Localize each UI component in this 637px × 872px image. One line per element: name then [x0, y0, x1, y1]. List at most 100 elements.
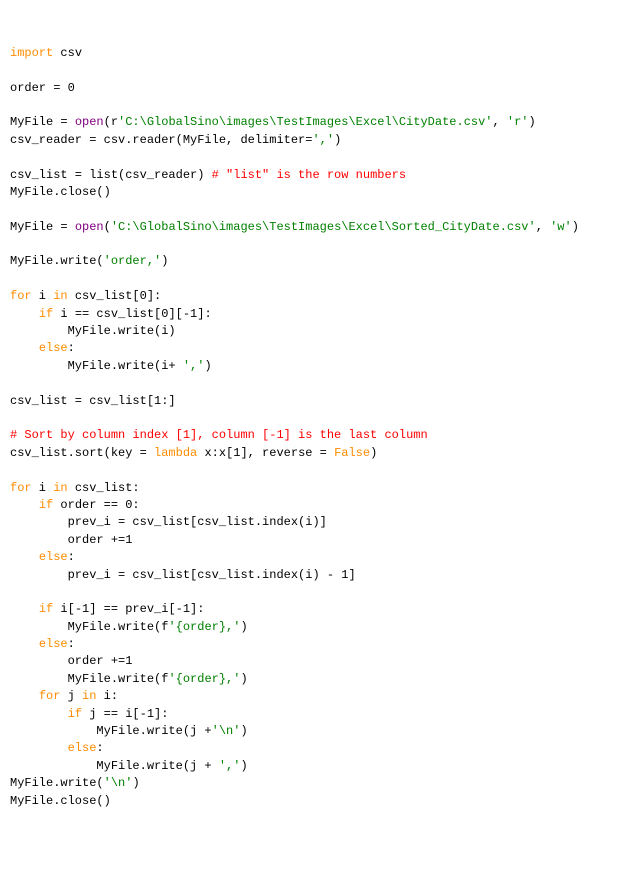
code-token: if [39, 498, 53, 512]
code-token: MyFile.close() [10, 185, 111, 199]
code-token: : [68, 637, 75, 651]
code-token [10, 602, 39, 616]
code-line: order +=1 [10, 532, 627, 549]
code-line: else: [10, 636, 627, 653]
code-line [10, 149, 627, 166]
code-token: ) [572, 220, 579, 234]
code-line: MyFile.write('order,') [10, 253, 627, 270]
code-token: (r [104, 115, 118, 129]
code-line: MyFile = open(r'C:\GlobalSino\images\Tes… [10, 114, 627, 131]
code-token: csv_list: [68, 481, 140, 495]
code-token: 'C:\GlobalSino\images\TestImages\Excel\C… [118, 115, 492, 129]
code-token: MyFile.write(i) [10, 324, 176, 338]
code-line: # Sort by column index [1], column [-1] … [10, 427, 627, 444]
code-token: if [39, 307, 53, 321]
code-line: MyFile.close() [10, 184, 627, 201]
code-token: MyFile.write(j + [10, 724, 212, 738]
code-token: MyFile = [10, 220, 75, 234]
code-line: MyFile.close() [10, 793, 627, 810]
code-token: else [68, 741, 97, 755]
code-token: else [39, 341, 68, 355]
code-token: 'r' [507, 115, 529, 129]
code-line [10, 584, 627, 601]
code-line: for j in i: [10, 688, 627, 705]
code-line: if j == i[-1]: [10, 706, 627, 723]
code-token: : [68, 341, 75, 355]
code-token: ) [204, 359, 211, 373]
code-token: '\n' [104, 776, 133, 790]
code-token: import [10, 46, 53, 60]
code-token: MyFile.close() [10, 794, 111, 808]
code-token: : [96, 741, 103, 755]
code-line: MyFile.write('\n') [10, 775, 627, 792]
code-line [10, 375, 627, 392]
code-token: csv_list = list(csv_reader) [10, 168, 212, 182]
code-token: ) [132, 776, 139, 790]
code-line: order = 0 [10, 80, 627, 97]
code-token: open [75, 220, 104, 234]
code-token: lambda [154, 446, 197, 460]
code-line [10, 410, 627, 427]
code-token: in [82, 689, 96, 703]
code-line: csv_reader = csv.reader(MyFile, delimite… [10, 132, 627, 149]
code-line [10, 462, 627, 479]
code-line: for i in csv_list: [10, 480, 627, 497]
code-token: ) [334, 133, 341, 147]
code-token: prev_i = csv_list[csv_list.index(i) - 1] [10, 568, 356, 582]
code-token: 'order,' [104, 254, 162, 268]
code-token: order +=1 [10, 654, 132, 668]
code-token: csv_list = csv_list[1:] [10, 394, 176, 408]
code-token: MyFile.write( [10, 254, 104, 268]
code-line: MyFile.write(j +'\n') [10, 723, 627, 740]
code-token: '{order},' [168, 620, 240, 634]
code-token [10, 498, 39, 512]
code-token [10, 341, 39, 355]
code-token: ',' [219, 759, 241, 773]
code-token: , [536, 220, 550, 234]
code-line [10, 62, 627, 79]
code-token: j == i[-1]: [82, 707, 168, 721]
code-token: ) [240, 620, 247, 634]
code-token: prev_i = csv_list[csv_list.index(i)] [10, 515, 327, 529]
code-token [10, 689, 39, 703]
code-line [10, 236, 627, 253]
code-token: False [334, 446, 370, 460]
code-token: MyFile.write( [10, 776, 104, 790]
code-line: if i[-1] == prev_i[-1]: [10, 601, 627, 618]
code-token: csv_reader = csv.reader(MyFile, delimite… [10, 133, 312, 147]
code-token: i: [96, 689, 118, 703]
code-token: ) [161, 254, 168, 268]
code-line: csv_list.sort(key = lambda x:x[1], rever… [10, 445, 627, 462]
code-token: ) [240, 724, 247, 738]
code-token: MyFile.write(j + [10, 759, 219, 773]
code-token: j [60, 689, 82, 703]
code-token: csv_list.sort(key = [10, 446, 154, 460]
code-line [10, 201, 627, 218]
code-token: ',' [183, 359, 205, 373]
code-token: ) [370, 446, 377, 460]
code-line: MyFile.write(f'{order},') [10, 619, 627, 636]
code-token: i[-1] == prev_i[-1]: [53, 602, 204, 616]
code-line: prev_i = csv_list[csv_list.index(i) - 1] [10, 567, 627, 584]
code-token: order = 0 [10, 81, 75, 95]
code-token [10, 307, 39, 321]
code-token: 'C:\GlobalSino\images\TestImages\Excel\S… [111, 220, 536, 234]
code-token: MyFile.write(f [10, 672, 168, 686]
code-token: in [53, 289, 67, 303]
code-token: ) [529, 115, 536, 129]
code-token: if [39, 602, 53, 616]
code-token: else [39, 637, 68, 651]
code-token: , [493, 115, 507, 129]
code-line: MyFile = open('C:\GlobalSino\images\Test… [10, 219, 627, 236]
code-line: import csv [10, 45, 627, 62]
code-token: ( [104, 220, 111, 234]
code-token: : [68, 550, 75, 564]
code-block: import csv order = 0 MyFile = open(r'C:\… [10, 45, 627, 810]
code-line [10, 271, 627, 288]
code-token: ) [240, 672, 247, 686]
code-line: for i in csv_list[0]: [10, 288, 627, 305]
code-token: '{order},' [168, 672, 240, 686]
code-token: csv [53, 46, 82, 60]
code-token: x:x[1], reverse = [197, 446, 334, 460]
code-token: if [68, 707, 82, 721]
